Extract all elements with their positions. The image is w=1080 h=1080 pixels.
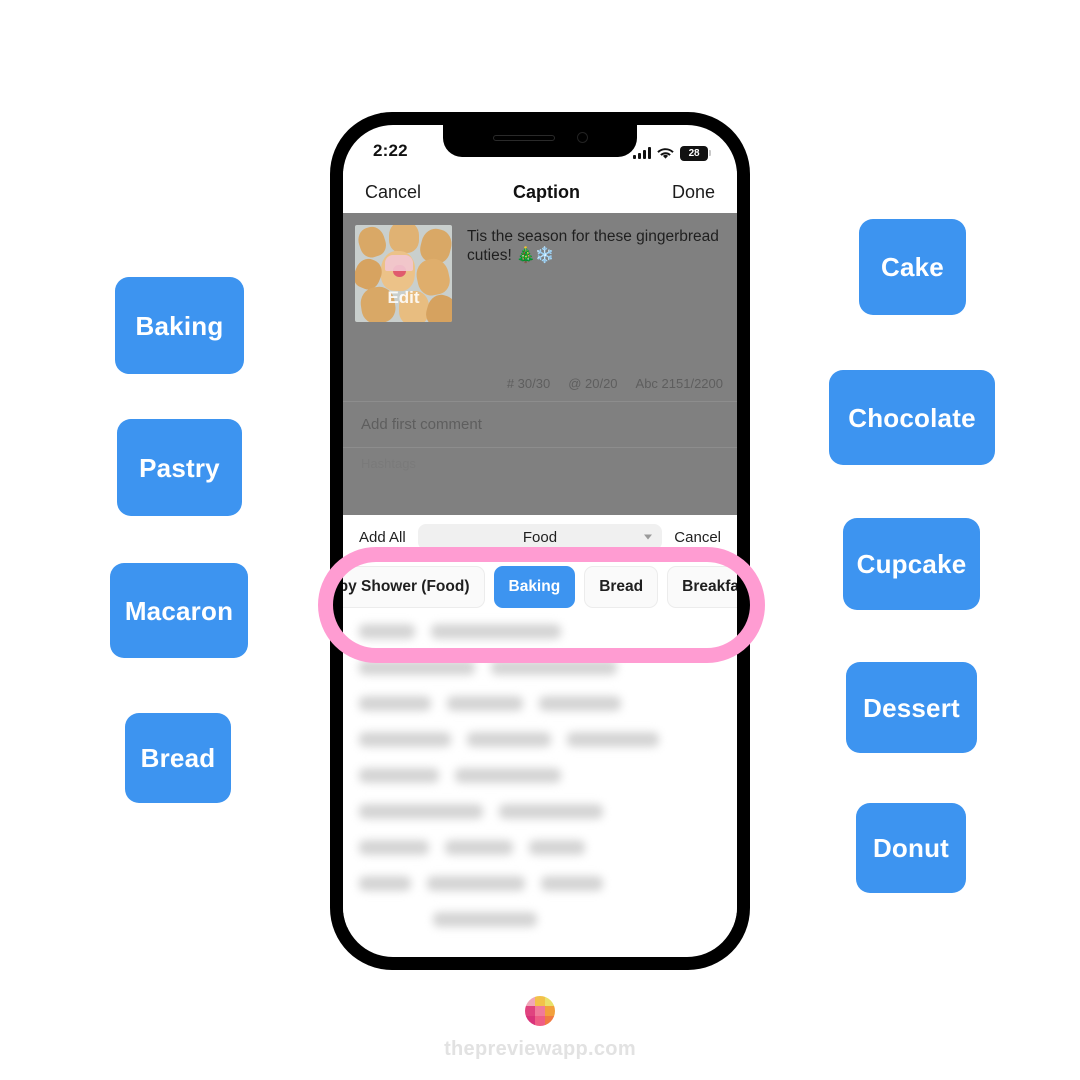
cancel-button[interactable]: Cancel: [365, 182, 421, 203]
status-time: 2:22: [373, 141, 408, 160]
tag-button-cake[interactable]: Cake: [859, 219, 966, 315]
tag-button-cupcake[interactable]: Cupcake: [843, 518, 980, 610]
list-item[interactable]: [359, 732, 721, 747]
tag-button-chocolate[interactable]: Chocolate: [829, 370, 995, 465]
hashtag-sheet-header: Add All Food Cancel: [343, 515, 737, 558]
caption-nav-bar: Cancel Caption Done: [343, 171, 737, 213]
footer: thepreviewapp.com: [0, 996, 1080, 1061]
chevron-down-icon: [644, 534, 653, 540]
character-counter: Abc 2151/2200: [635, 376, 723, 391]
mention-counter: @ 20/20: [568, 376, 618, 391]
earpiece-speaker-icon: [492, 134, 555, 141]
watermark-url: thepreviewapp.com: [444, 1038, 636, 1060]
done-button[interactable]: Done: [672, 182, 715, 203]
tag-button-dessert[interactable]: Dessert: [846, 662, 977, 753]
hashtag-suggestion-list[interactable]: [343, 620, 737, 927]
hashtag-chip-baking[interactable]: Baking: [493, 566, 576, 608]
caption-editor-dimmed: Edit Tis the season for these gingerbrea…: [343, 213, 737, 515]
list-item[interactable]: [359, 840, 721, 855]
tag-button-label: Cake: [881, 252, 944, 282]
hashtag-chip-breakfast[interactable]: Breakfast: [667, 566, 737, 608]
list-item[interactable]: [359, 804, 721, 819]
tag-button-label: Chocolate: [848, 402, 976, 433]
phone-notch: [443, 125, 637, 157]
caption-text[interactable]: Tis the season for these gingerbread cut…: [467, 225, 725, 322]
tag-button-pastry[interactable]: Pastry: [117, 419, 242, 516]
tag-button-label: Bread: [140, 743, 216, 773]
list-item[interactable]: [359, 660, 721, 675]
front-camera-icon: [576, 132, 588, 143]
tag-button-label: Donut: [872, 833, 950, 863]
post-thumbnail[interactable]: Edit: [355, 225, 452, 322]
first-comment-field[interactable]: Add first comment: [343, 401, 737, 448]
tag-button-label: Cupcake: [856, 549, 967, 579]
tag-button-label: Dessert: [863, 692, 960, 723]
hashtags-section-label: Hashtags: [361, 456, 416, 471]
caption-counters: # 30/30 @ 20/20 Abc 2151/2200: [343, 322, 737, 401]
hashtag-group-select[interactable]: Food: [417, 524, 663, 550]
cellular-signal-icon: [633, 147, 651, 159]
hashtag-chip-row[interactable]: aby Shower (Food) Baking Bread Breakfast: [343, 558, 737, 620]
wifi-icon: [657, 147, 674, 159]
edit-thumbnail-label[interactable]: Edit: [355, 288, 452, 308]
phone-mockup: 2:22 28 Cancel Caption Done Edit Tis the…: [330, 112, 750, 970]
tag-button-donut[interactable]: Donut: [856, 803, 966, 893]
add-all-button[interactable]: Add All: [359, 529, 406, 546]
battery-icon: 28: [680, 145, 711, 161]
battery-tip: [709, 150, 711, 156]
battery-level: 28: [680, 145, 708, 161]
sheet-cancel-button[interactable]: Cancel: [674, 529, 721, 546]
list-item[interactable]: [359, 876, 721, 891]
status-indicators: 28: [633, 142, 711, 161]
tag-button-label: Macaron: [124, 595, 234, 626]
list-item[interactable]: [359, 624, 721, 639]
preview-app-logo-icon: [525, 996, 555, 1026]
phone-screen: 2:22 28 Cancel Caption Done Edit Tis the…: [343, 125, 737, 957]
page-title: Caption: [513, 181, 580, 202]
hashtag-counter: # 30/30: [506, 376, 551, 391]
tag-button-macaron[interactable]: Macaron: [110, 563, 248, 658]
hashtag-picker-sheet: Add All Food Cancel aby Shower (Food) Ba…: [343, 515, 737, 927]
hashtag-chip-baby-shower[interactable]: aby Shower (Food): [343, 566, 485, 608]
hashtag-group-value: Food: [522, 528, 558, 546]
tag-button-baking[interactable]: Baking: [115, 277, 244, 374]
list-item[interactable]: [359, 912, 721, 927]
tag-button-bread[interactable]: Bread: [125, 713, 231, 803]
list-item[interactable]: [359, 696, 721, 711]
tag-button-label: Pastry: [139, 452, 220, 483]
tag-button-label: Baking: [135, 310, 224, 341]
caption-row: Edit Tis the season for these gingerbrea…: [343, 225, 737, 322]
list-item[interactable]: [359, 768, 721, 783]
dim-spacer: [343, 471, 737, 515]
hashtag-chip-bread[interactable]: Bread: [584, 566, 659, 608]
